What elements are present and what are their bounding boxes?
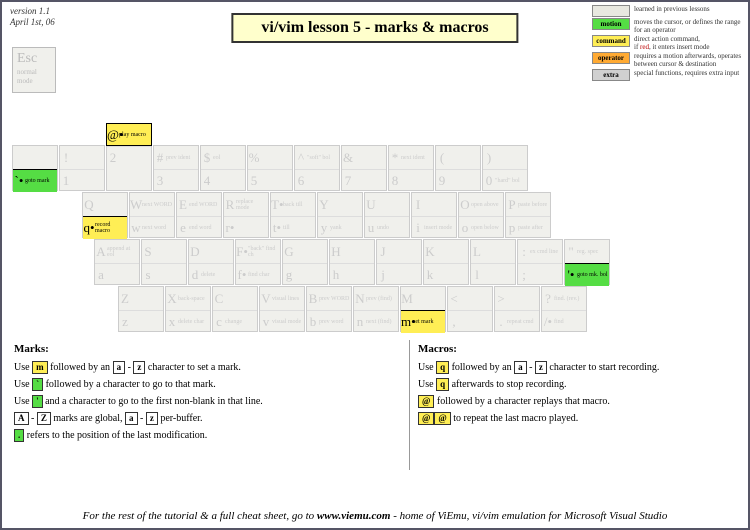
- key: $eol4: [200, 145, 246, 191]
- key: <,: [447, 286, 493, 332]
- key: !1: [59, 145, 105, 191]
- key: Gg: [282, 239, 328, 285]
- key: Nprev (find)nnext (find): [353, 286, 399, 332]
- key: Ppaste beforeppaste after: [505, 192, 551, 238]
- key: %5: [247, 145, 293, 191]
- key: ?find. (rev.)/•find: [541, 286, 587, 332]
- macros-explain: Macros: Use q followed by an a - z chara…: [418, 340, 738, 427]
- key: #prev ident3: [153, 145, 199, 191]
- key: )0"hard" bol: [482, 145, 528, 191]
- key: &7: [341, 145, 387, 191]
- key: Dddelete: [188, 239, 234, 285]
- keyboard-row-3: Aappend at eolaSsDddeleteF•"back" find c…: [94, 239, 611, 285]
- page-title: vi/vim lesson 5 - marks & macros: [231, 13, 518, 43]
- key: >.repeat cmd: [494, 286, 540, 332]
- keyboard-row-1: `•goto mark!1@•play macro2#prev ident3$e…: [12, 145, 529, 191]
- key: Vvisual linesvvisual mode: [259, 286, 305, 332]
- key: Bprev WORDbprev word: [306, 286, 352, 332]
- swatch-prev: [592, 5, 630, 17]
- key: Jj: [376, 239, 422, 285]
- key: Rreplace moder•: [223, 192, 269, 238]
- key: *next ident8: [388, 145, 434, 191]
- key: Ll: [470, 239, 516, 285]
- key: F•"back" find chf•find char: [235, 239, 281, 285]
- key: Xback-spacexdelete char: [165, 286, 211, 332]
- key: `•goto mark: [12, 145, 58, 191]
- key: T•back tillt•till: [270, 192, 316, 238]
- swatch-operator: operator: [592, 52, 630, 64]
- escape-key: Esc normal mode: [12, 47, 56, 93]
- key: Iiinsert mode: [411, 192, 457, 238]
- key: Mm•set mark: [400, 286, 446, 332]
- divider: [409, 340, 410, 470]
- keyboard-row-2: Qq•record macroWnext WORDwnext wordEend …: [82, 192, 552, 238]
- key: Ss: [141, 239, 187, 285]
- key: Kk: [423, 239, 469, 285]
- key: Yyyank: [317, 192, 363, 238]
- marks-explain: Marks: Use m followed by an a - z charac…: [14, 340, 394, 444]
- key: Ccchange: [212, 286, 258, 332]
- footer: For the rest of the tutorial & a full ch…: [2, 510, 748, 522]
- swatch-command: command: [592, 35, 630, 47]
- key: Uuundo: [364, 192, 410, 238]
- key: Eend WORDeend word: [176, 192, 222, 238]
- key: Zz: [118, 286, 164, 332]
- key: Oopen aboveoopen below: [458, 192, 504, 238]
- key: :ex cmd line;: [517, 239, 563, 285]
- swatch-extra: extra: [592, 69, 630, 81]
- key: @•play macro2: [106, 145, 152, 191]
- swatch-motion: motion: [592, 18, 630, 30]
- key: Hh: [329, 239, 375, 285]
- keyboard-row-4: ZzXback-spacexdelete charCcchangeVvisual…: [118, 286, 588, 332]
- key: Aappend at eola: [94, 239, 140, 285]
- legend: learned in previous lessons motionmoves …: [592, 5, 742, 82]
- key: Wnext WORDwnext word: [129, 192, 175, 238]
- key: "reg. spec'•goto mk. bol: [564, 239, 610, 285]
- key: Qq•record macro: [82, 192, 128, 238]
- version-info: version 1.1 April 1st, 06: [10, 6, 55, 28]
- key: ^"soft" bol6: [294, 145, 340, 191]
- key: (9: [435, 145, 481, 191]
